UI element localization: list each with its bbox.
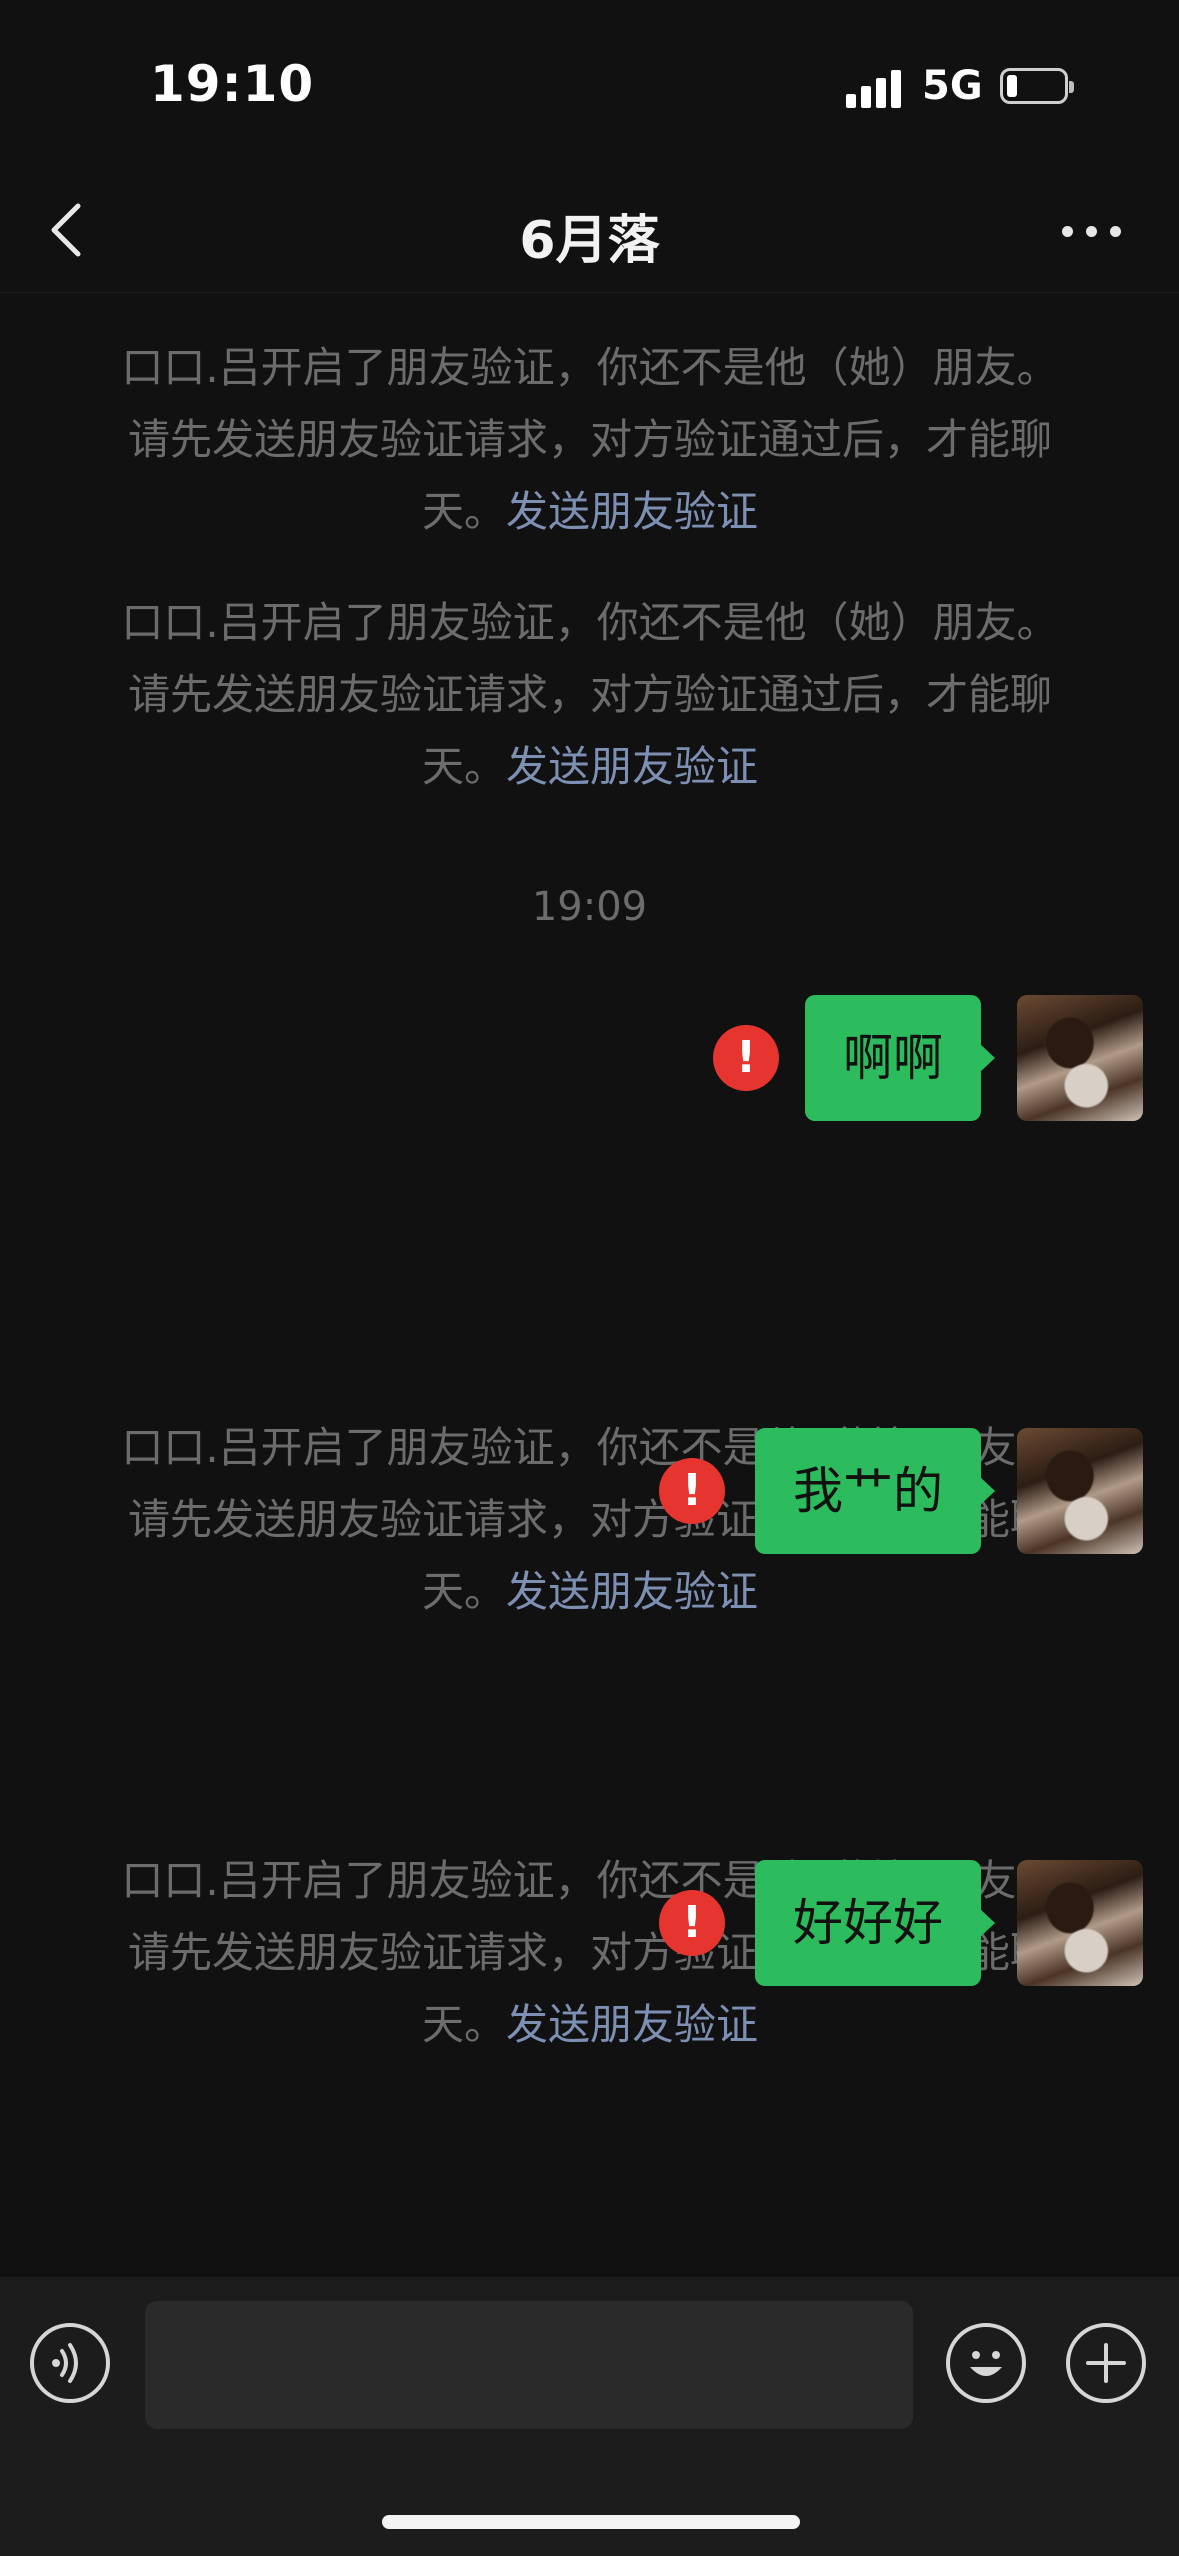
notice-line: 口口.吕开启了朋友验证，你还不是他（她）朋友。	[121, 343, 1059, 392]
send-verification-link[interactable]: 发送朋友验证	[506, 2000, 758, 2049]
send-verification-link[interactable]: 发送朋友验证	[506, 1567, 758, 1616]
error-icon[interactable]: !	[659, 1458, 725, 1524]
voice-icon[interactable]	[30, 2323, 110, 2403]
more-icon[interactable]	[1060, 210, 1130, 250]
signal-icon	[846, 68, 904, 108]
notice-line: 天。	[421, 2000, 506, 2049]
chat-area[interactable]: 口口.吕开启了朋友验证，你还不是他（她）朋友。 请先发送朋友验证请求，对方验证通…	[0, 292, 1179, 2277]
notice-line: 请先发送朋友验证请求，对方验证通过后，才能聊	[127, 415, 1052, 464]
message-timestamp: 19:09	[531, 884, 648, 930]
status-bar: 19:10 5G	[0, 0, 1179, 170]
avatar[interactable]	[1017, 995, 1143, 1121]
notice-line: 口口.吕开启了朋友验证，你还不是他（她）朋友。	[121, 598, 1059, 647]
status-time: 19:10	[150, 55, 315, 113]
message-bubble[interactable]: 好好好	[755, 1860, 995, 1986]
notice-line: 请先发送朋友验证请求，对方验证通过后，才能聊	[127, 670, 1052, 719]
nav-bar: 6月落	[0, 170, 1179, 293]
battery-icon	[1000, 68, 1074, 104]
send-verification-link[interactable]: 发送朋友验证	[506, 487, 758, 536]
error-icon[interactable]: !	[713, 1025, 779, 1091]
system-notice: 口口.吕开启了朋友验证，你还不是他（她）朋友。 请先发送朋友验证请求，对方验证通…	[85, 587, 1095, 803]
notice-line: 天。	[421, 742, 506, 791]
error-icon[interactable]: !	[659, 1890, 725, 1956]
system-notice: 口口.吕开启了朋友验证，你还不是他（她）朋友。 请先发送朋友验证请求，对方验证通…	[85, 332, 1095, 548]
network-label: 5G	[922, 63, 983, 109]
message-bubble[interactable]: 我艹的	[755, 1428, 995, 1554]
send-verification-link[interactable]: 发送朋友验证	[506, 742, 758, 791]
notice-line: 天。	[421, 1567, 506, 1616]
avatar[interactable]	[1017, 1860, 1143, 1986]
message-bubble[interactable]: 啊啊	[805, 995, 995, 1121]
message-row: ! 我艹的	[659, 1428, 1143, 1556]
emoji-icon[interactable]	[946, 2323, 1026, 2403]
notice-line: 天。	[421, 487, 506, 536]
avatar[interactable]	[1017, 1428, 1143, 1554]
message-row: ! 好好好	[659, 1860, 1143, 1988]
message-row: ! 啊啊	[713, 995, 1143, 1123]
plus-icon[interactable]	[1066, 2323, 1146, 2403]
chat-title: 6月落	[519, 211, 660, 271]
message-input[interactable]	[145, 2301, 913, 2429]
home-indicator	[382, 2515, 800, 2529]
